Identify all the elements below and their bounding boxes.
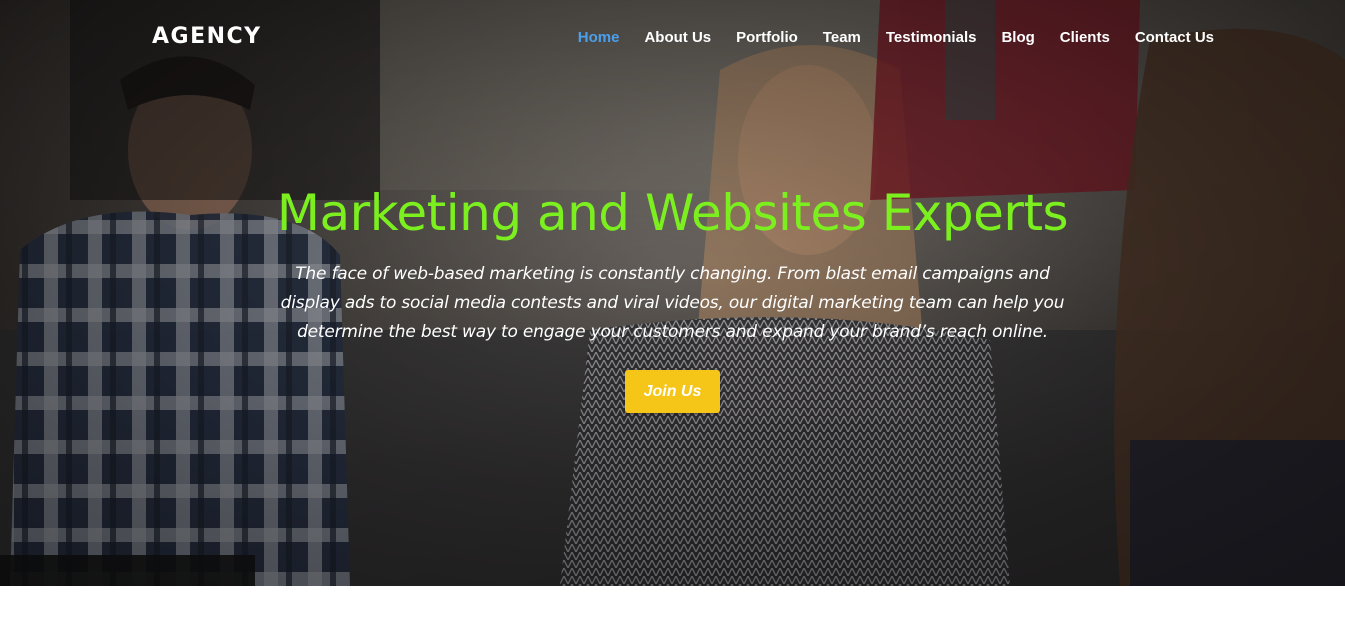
nav-link-home[interactable]: Home	[578, 28, 620, 48]
nav-link-team[interactable]: Team	[823, 28, 861, 48]
hero-content: Marketing and Websites Experts The face …	[0, 182, 1345, 413]
nav-item-testimonials: Testimonials	[886, 28, 977, 48]
nav-link-contact-us[interactable]: Contact Us	[1135, 28, 1214, 48]
hero-description: The face of web-based marketing is const…	[280, 264, 1065, 342]
nav-link-portfolio[interactable]: Portfolio	[736, 28, 798, 48]
top-navbar: AGENCY Home About Us Portfolio Team Test…	[0, 0, 1345, 76]
hero-section: AGENCY Home About Us Portfolio Team Test…	[0, 0, 1345, 586]
nav-link-about-us[interactable]: About Us	[644, 28, 711, 48]
nav-link-testimonials[interactable]: Testimonials	[886, 28, 977, 48]
nav-item-home: Home	[578, 28, 620, 48]
nav-link-blog[interactable]: Blog	[1001, 28, 1034, 48]
nav-item-blog: Blog	[1001, 28, 1034, 48]
nav-item-about-us: About Us	[644, 28, 711, 48]
page-content-area	[0, 586, 1345, 638]
main-nav-menu: Home About Us Portfolio Team Testimonial…	[553, 28, 1214, 48]
brand-logo[interactable]: AGENCY	[152, 24, 262, 50]
nav-item-contact-us: Contact Us	[1135, 28, 1214, 48]
nav-item-portfolio: Portfolio	[736, 28, 798, 48]
nav-link-clients[interactable]: Clients	[1060, 28, 1110, 48]
nav-item-team: Team	[823, 28, 861, 48]
join-us-button[interactable]: Join Us	[625, 370, 720, 413]
nav-item-clients: Clients	[1060, 28, 1110, 48]
hero-title: Marketing and Websites Experts	[276, 184, 1069, 242]
